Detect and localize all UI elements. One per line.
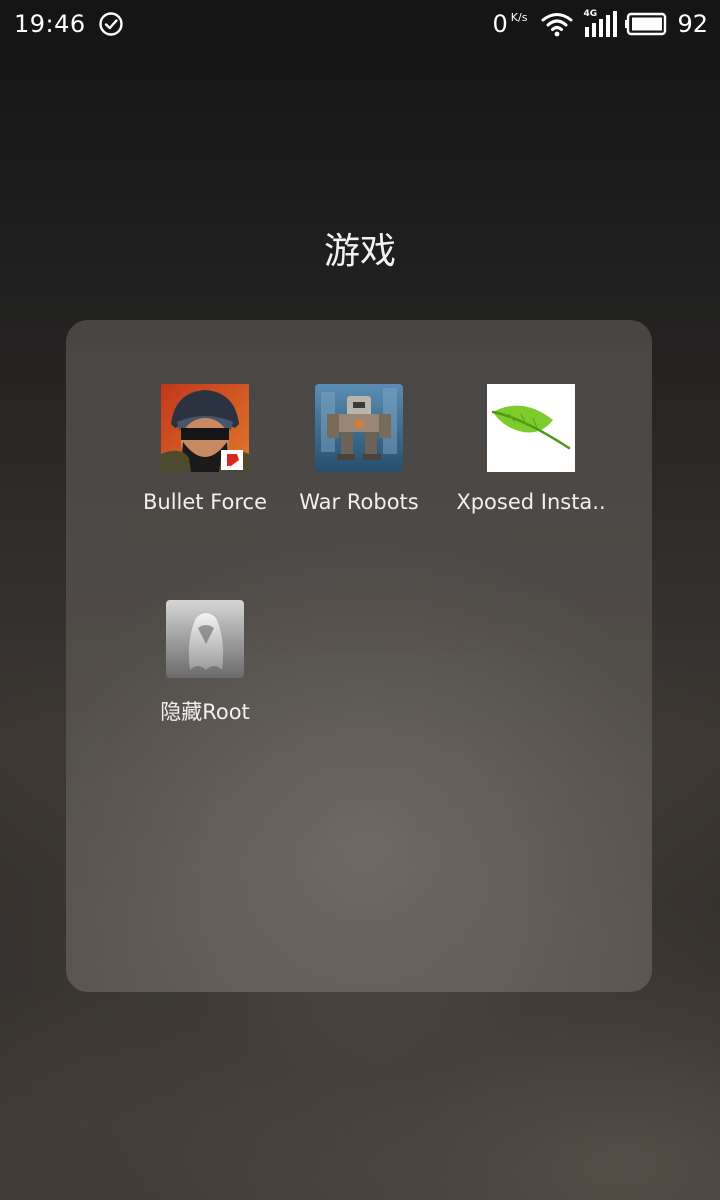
wifi-icon (541, 13, 573, 37)
war-robots-icon (315, 384, 403, 472)
status-bar: 19:46 0 K/s 4G 92 (0, 0, 720, 48)
app-xposed-installer[interactable]: Xposed Insta.. (446, 384, 616, 514)
app-label: Xposed Insta.. (456, 490, 606, 514)
network-speed-unit: K/s (510, 11, 528, 24)
app-label: War Robots (299, 490, 419, 514)
bullet-force-icon (161, 384, 249, 472)
app-war-robots[interactable]: War Robots (274, 384, 444, 514)
app-hide-root[interactable]: 隐藏Root (120, 600, 290, 726)
network-speed-value: 0 (492, 10, 508, 38)
status-left: 19:46 (14, 10, 124, 38)
battery-icon (625, 12, 667, 36)
app-bullet-force[interactable]: Bullet Force (120, 384, 290, 514)
xposed-leaf-icon (487, 384, 575, 472)
status-right: 0 K/s 4G 92 (493, 9, 708, 38)
hide-root-ghost-icon (166, 600, 244, 678)
status-time: 19:46 (14, 10, 86, 38)
folder-title[interactable]: 游戏 (0, 222, 720, 274)
battery-level: 92 (677, 10, 708, 38)
signal-icon (585, 11, 618, 37)
check-circle-icon (98, 12, 123, 36)
folder-panel: Bullet Force War Robots Xposed Insta.. 隐… (66, 320, 652, 992)
network-speed: 0 K/s (493, 10, 528, 38)
app-label: Bullet Force (142, 490, 268, 514)
app-label: 隐藏Root (160, 700, 250, 724)
cellular-signal: 4G (583, 9, 618, 37)
